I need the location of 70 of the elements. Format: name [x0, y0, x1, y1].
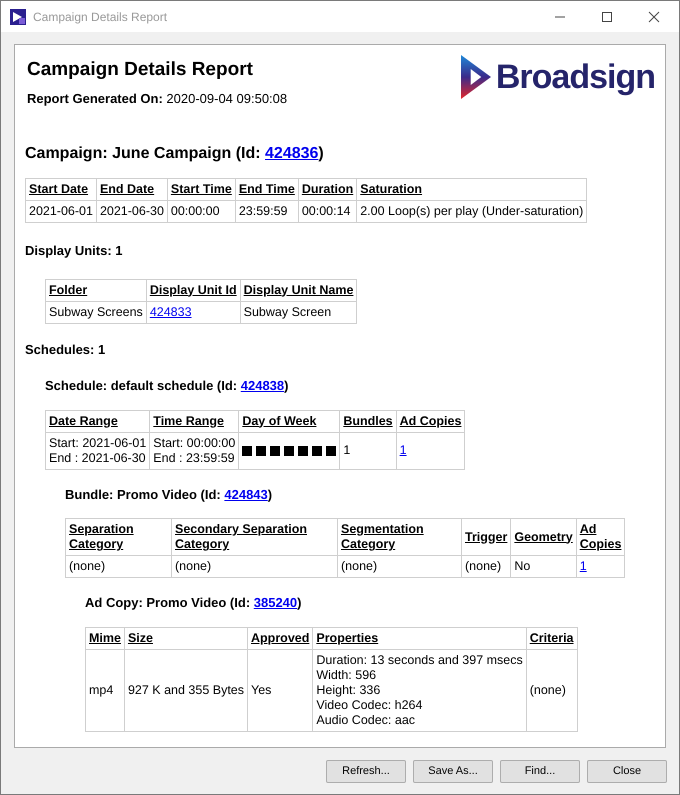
column-header: Ad Copies [396, 410, 465, 432]
column-header: Properties [312, 627, 526, 649]
table-cell: 2.00 Loop(s) per play (Under-saturation) [356, 200, 587, 222]
table-cell: (none) [172, 556, 338, 578]
column-header: Segmentation Category [338, 518, 462, 556]
table-cell: 1 [340, 432, 396, 469]
column-header: Folder [46, 279, 146, 301]
column-header: Geometry [510, 518, 576, 556]
column-header: End Time [235, 178, 298, 200]
column-header: Time Range [150, 410, 239, 432]
table-cell: (none) [462, 556, 511, 578]
column-header: Mime [86, 627, 124, 649]
column-header: Criteria [526, 627, 578, 649]
window-title: Campaign Details Report [33, 8, 168, 26]
close-icon[interactable] [648, 10, 660, 22]
column-header: Bundles [340, 410, 396, 432]
table-cell: (none) [66, 556, 172, 578]
column-header: Day of Week [238, 410, 340, 432]
dialog-button[interactable]: Save As... [413, 760, 493, 783]
column-header: Start Date [26, 178, 96, 200]
dialog-button[interactable]: Close [587, 760, 667, 783]
table-cell: Subway Screens [46, 301, 146, 323]
id-link[interactable]: 1 [400, 443, 407, 457]
column-header: Display Unit Name [240, 279, 357, 301]
app-icon [10, 8, 26, 24]
id-link[interactable]: 1 [580, 559, 587, 573]
section-heading: Schedules: 1 [25, 340, 106, 358]
id-link[interactable]: 424838 [240, 378, 284, 393]
column-header: Ad Copies [576, 518, 625, 556]
report-title: Campaign Details Report [27, 59, 253, 81]
column-header: Secondary Separation Category [172, 518, 338, 556]
table-cell: 2021-06-30 [96, 200, 168, 222]
table-cell: (none) [526, 649, 578, 731]
table-cell: Start: 2021-06-01 End : 2021-06-30 [46, 432, 150, 469]
column-header: Date Range [46, 410, 150, 432]
table-cell: 927 K and 355 Bytes [124, 649, 248, 731]
id-link[interactable]: 385240 [254, 595, 298, 610]
table-cell: 2021-06-01 [26, 200, 96, 222]
id-link[interactable]: 424836 [265, 145, 318, 162]
column-header: End Date [96, 178, 168, 200]
dialog-button[interactable]: Refresh... [326, 760, 406, 783]
dialog-button[interactable]: Find... [500, 760, 580, 783]
section-heading: Bundle: Promo Video (Id: 424843) [65, 486, 274, 504]
brand-logo: Broadsign [496, 60, 655, 94]
column-header: Trigger [462, 518, 511, 556]
table-cell: Yes [248, 649, 313, 731]
generated-line: Report Generated On: 2020-09-04 09:50:08 [27, 91, 288, 106]
table-cell: Start: 00:00:00 End : 23:59:59 [150, 432, 239, 469]
column-header: Display Unit Id [146, 279, 240, 301]
column-header: Approved [248, 627, 313, 649]
table-cell: No [510, 556, 576, 578]
table-cell: 00:00:14 [298, 200, 357, 222]
table-cell: 00:00:00 [167, 200, 236, 222]
section-heading: Display Units: 1 [25, 242, 124, 260]
column-header: Separation Category [66, 518, 172, 556]
section-heading: Campaign: June Campaign (Id: 424836) [25, 144, 325, 164]
table-cell: mp4 [86, 649, 124, 731]
table-cell: 23:59:59 [235, 200, 298, 222]
section-heading: Ad Copy: Promo Video (Id: 385240) [85, 594, 302, 612]
table-cell: Subway Screen [240, 301, 357, 323]
column-header: Start Time [167, 178, 236, 200]
table-cell: (none) [338, 556, 462, 578]
column-header: Duration [298, 178, 357, 200]
column-header: Size [124, 627, 248, 649]
column-header: Saturation [356, 178, 587, 200]
table-cell: Duration: 13 seconds and 397 msecs Width: 596 Height: 336 Video Codec: h264 Audio Codec: aac [312, 649, 526, 731]
play-logo-icon [460, 55, 491, 99]
section-heading: Schedule: default schedule (Id: 424838) [45, 377, 290, 395]
id-link[interactable]: 424843 [224, 486, 268, 502]
maximize-icon[interactable] [601, 10, 613, 22]
